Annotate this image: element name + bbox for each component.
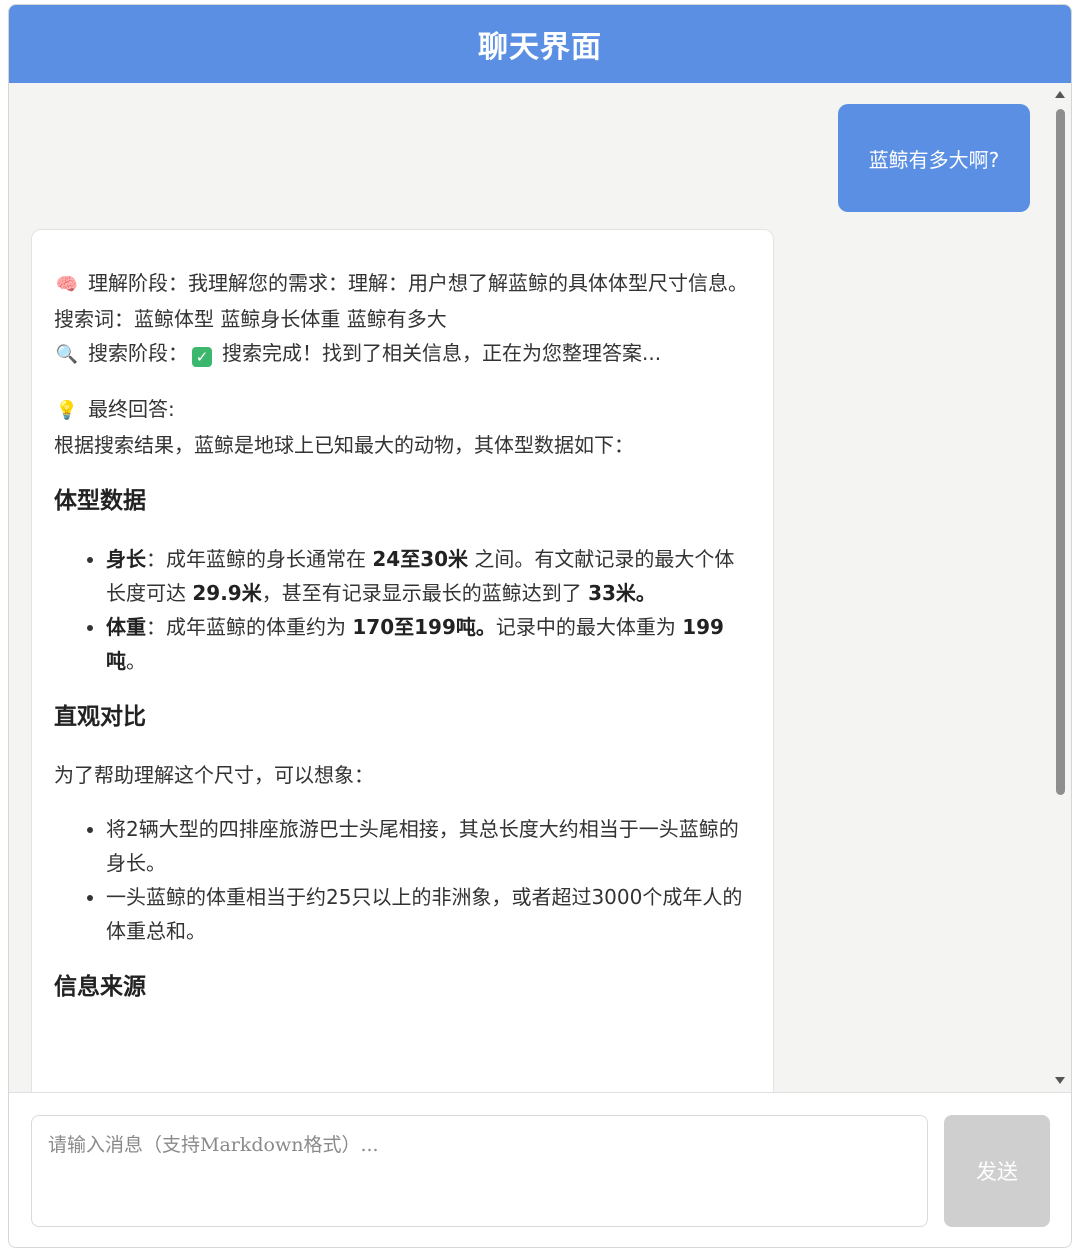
brain-icon: 🧠 [55,274,79,295]
answer-intro: 根据搜索结果，蓝鲸是地球上已知最大的动物，其体型数据如下： [54,433,634,457]
search-line: 🔍 搜索阶段： ✓ 搜索完成！找到了相关信息，正在为您整理答案... [54,336,751,372]
page-title: 聊天界面 [478,30,602,65]
section-heading-sources: 信息来源 [54,974,146,1000]
user-message-text: 蓝鲸有多大啊? [868,147,1000,172]
understanding-line: 🧠 理解阶段：我理解您的需求：理解：用户想了解蓝鲸的具体体型尺寸信息。 [54,266,751,302]
understanding-text: 理解阶段：我理解您的需求：理解：用户想了解蓝鲸的具体体型尺寸信息。 [88,271,748,295]
final-answer-label: 最终回答: [88,397,175,421]
message-list[interactable]: 蓝鲸有多大啊? 🧠 理解阶段：我理解您的需求：理解：用户想了解蓝鲸的具体体型尺寸信… [9,83,1071,1092]
magnifier-icon: 🔍 [55,344,79,365]
comparison-intro: 为了帮助理解这个尺寸，可以想象： [54,763,374,787]
search-text: 搜索完成！找到了相关信息，正在为您整理答案... [222,341,662,365]
message-input[interactable] [31,1115,928,1227]
check-icon: ✓ [192,347,212,367]
send-button[interactable]: 发送 [944,1115,1050,1227]
list-item: 体重：成年蓝鲸的体重约为 170至199吨。记录中的最大体重为 199吨。 [106,610,751,678]
user-message-bubble: 蓝鲸有多大啊? [838,104,1030,212]
body-data-list: 身长：成年蓝鲸的身长通常在 24至30米 之间。有文献记录的最大个体长度可达 2… [106,542,751,678]
comparison-list: 将2辆大型的四排座旅游巴士头尾相接，其总长度大约相当于一头蓝鲸的身长。 一头蓝鲸… [106,812,751,948]
assistant-message-bubble: 🧠 理解阶段：我理解您的需求：理解：用户想了解蓝鲸的具体体型尺寸信息。 搜索词：蓝… [31,229,774,1092]
scrollbar-thumb[interactable] [1056,109,1065,795]
scroll-up-arrow-icon[interactable] [1055,91,1065,98]
keywords-line: 搜索词：蓝鲸体型 蓝鲸身长体重 蓝鲸有多大 [54,307,447,331]
chat-window: 聊天界面 蓝鲸有多大啊? 🧠 理解阶段：我理解您的需求：理解：用户想了解蓝鲸的具体… [8,4,1072,1248]
list-item: 将2辆大型的四排座旅游巴士头尾相接，其总长度大约相当于一头蓝鲸的身长。 [106,812,751,880]
section-heading-comparison: 直观对比 [54,704,146,730]
message-scrollbar[interactable] [1051,83,1071,1092]
list-item: 一头蓝鲸的体重相当于约25只以上的非洲象，或者超过3000个成年人的体重总和。 [106,880,751,948]
search-label: 搜索阶段： [88,341,188,365]
section-heading-body-data: 体型数据 [54,488,146,514]
lightbulb-icon: 💡 [55,400,79,421]
list-item: 身长：成年蓝鲸的身长通常在 24至30米 之间。有文献记录的最大个体长度可达 2… [106,542,751,610]
scroll-down-arrow-icon[interactable] [1055,1077,1065,1084]
chat-header: 聊天界面 [9,5,1071,83]
final-answer-line: 💡 最终回答: [54,392,751,428]
composer: 发送 [9,1092,1071,1247]
